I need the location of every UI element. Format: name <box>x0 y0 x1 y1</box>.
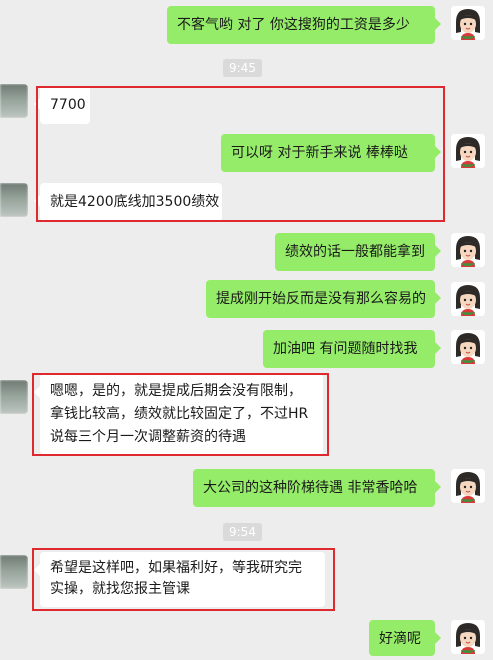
message-bubble-sent[interactable]: 可以呀 对于新手来说 棒棒哒 <box>221 134 441 172</box>
girl-avatar-icon <box>451 330 485 364</box>
message-bubble-sent[interactable]: 提成刚开始反而是没有那么容易的 <box>206 280 441 318</box>
message-text: 加油吧 有问题随时找我 <box>273 341 418 357</box>
message-text: 就是4200底线加3500绩效 <box>50 194 220 210</box>
user-avatar[interactable] <box>451 233 485 267</box>
message-text: 绩效的话一般都能拿到 <box>285 244 425 260</box>
message-text: 7700 <box>50 97 86 113</box>
blurred-avatar-icon <box>0 555 28 589</box>
user-avatar[interactable] <box>451 134 485 168</box>
timestamp: 9:45 <box>223 59 262 77</box>
blurred-avatar-icon <box>0 183 28 217</box>
message-text: 好滴呢 <box>379 631 421 647</box>
user-avatar[interactable] <box>451 6 485 40</box>
message-bubble-sent[interactable]: 好滴呢 <box>369 620 441 656</box>
message-bubble-sent[interactable]: 加油吧 有问题随时找我 <box>263 330 441 368</box>
message-text: 可以呀 对于新手来说 棒棒哒 <box>231 145 408 161</box>
message-text: 不客气哟 对了 你这搜狗的工资是多少 <box>177 17 410 33</box>
message-bubble-received[interactable]: 7700 <box>34 86 90 124</box>
timestamp: 9:54 <box>223 523 262 541</box>
contact-avatar[interactable] <box>0 183 28 217</box>
user-avatar[interactable] <box>451 282 485 316</box>
message-bubble-received[interactable]: 嗯嗯，是的，就是提成后期会没有限制，拿钱比较高，绩效就比较固定了，不过HR说每三… <box>34 374 323 455</box>
message-text: 大公司的这种阶梯待遇 非常香哈哈 <box>203 480 418 496</box>
girl-avatar-icon <box>451 282 485 316</box>
message-bubble-sent[interactable]: 绩效的话一般都能拿到 <box>275 233 441 271</box>
user-avatar[interactable] <box>451 620 485 654</box>
girl-avatar-icon <box>451 134 485 168</box>
girl-avatar-icon <box>451 469 485 503</box>
contact-avatar[interactable] <box>0 380 28 414</box>
girl-avatar-icon <box>451 233 485 267</box>
message-text: 嗯嗯，是的，就是提成后期会没有限制，拿钱比较高，绩效就比较固定了，不过HR说每三… <box>50 383 309 445</box>
blurred-avatar-icon <box>0 380 28 414</box>
message-bubble-sent[interactable]: 不客气哟 对了 你这搜狗的工资是多少 <box>167 6 441 44</box>
message-text: 希望是这样吧，如果福利好，等我研究完实操，就找您报主管课 <box>50 560 302 597</box>
message-bubble-received[interactable]: 希望是这样吧，如果福利好，等我研究完实操，就找您报主管课 <box>34 552 325 607</box>
user-avatar[interactable] <box>451 469 485 503</box>
user-avatar[interactable] <box>451 330 485 364</box>
girl-avatar-icon <box>451 6 485 40</box>
message-bubble-sent[interactable]: 大公司的这种阶梯待遇 非常香哈哈 <box>193 469 441 507</box>
contact-avatar[interactable] <box>0 84 28 118</box>
message-bubble-received[interactable]: 就是4200底线加3500绩效 <box>34 183 222 221</box>
chat-history: 不客气哟 对了 你这搜狗的工资是多少 9:45 7700 可以呀 对于新手来说 … <box>0 0 493 660</box>
contact-avatar[interactable] <box>0 555 28 589</box>
blurred-avatar-icon <box>0 84 28 118</box>
message-text: 提成刚开始反而是没有那么容易的 <box>216 291 426 307</box>
girl-avatar-icon <box>451 620 485 654</box>
